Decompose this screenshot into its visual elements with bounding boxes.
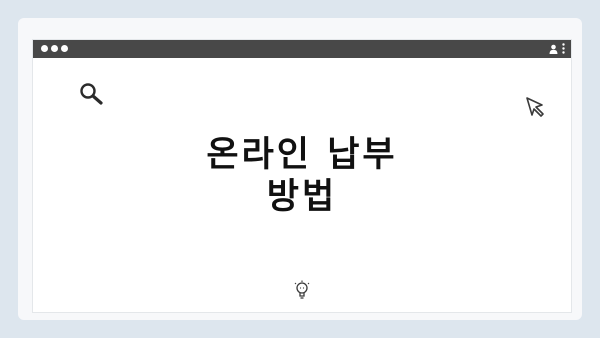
maximize-dot[interactable] (61, 45, 68, 52)
kebab-icon[interactable] (562, 43, 565, 54)
browser-window: 온라인 납부 방법 (33, 40, 571, 312)
search-icon[interactable] (79, 82, 105, 110)
lightbulb-icon (293, 280, 311, 304)
page-title: 온라인 납부 방법 (33, 134, 571, 218)
user-icon[interactable] (549, 44, 558, 54)
minimize-dot[interactable] (51, 45, 58, 52)
close-dot[interactable] (41, 45, 48, 52)
cursor-icon (525, 96, 547, 122)
window-controls[interactable] (41, 45, 68, 52)
title-line-2: 방법 (266, 177, 338, 217)
title-line-1: 온라인 납부 (206, 135, 398, 175)
window-titlebar (33, 40, 571, 58)
